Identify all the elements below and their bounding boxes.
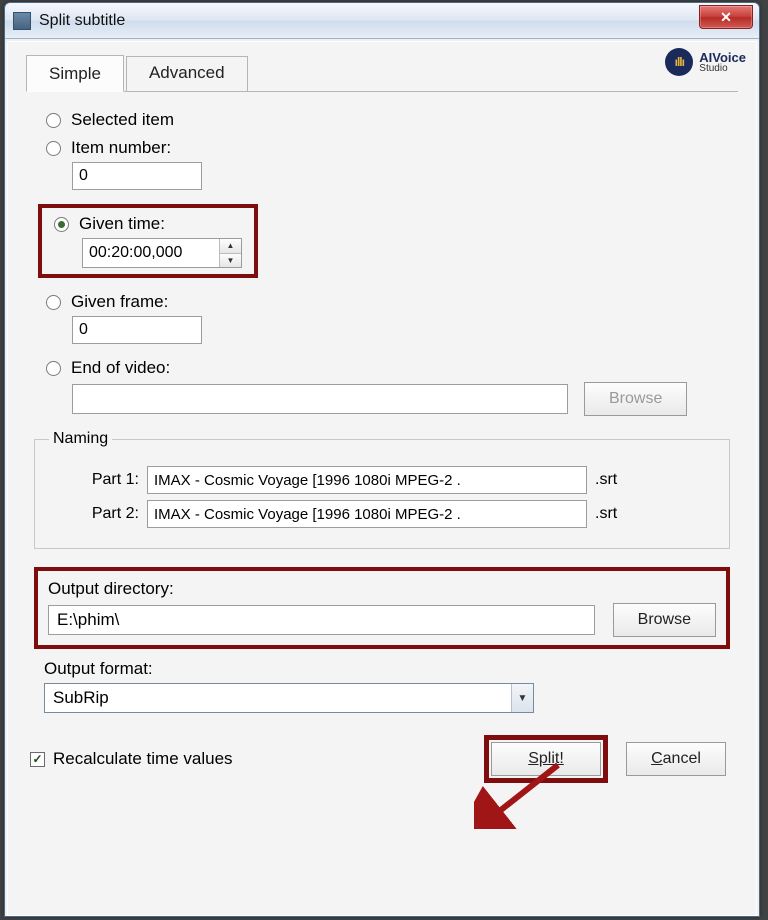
option-label: Item number: [71,138,171,158]
radio-icon [54,217,69,232]
tab-bar: Simple Advanced [26,56,738,92]
given-frame-input[interactable]: 0 [72,316,202,344]
recalc-checkbox[interactable]: ✓ Recalculate time values [30,749,233,769]
part1-filename[interactable]: IMAX - Cosmic Voyage [1996 1080i MPEG-2 … [147,466,587,494]
titlebar[interactable]: Split subtitle ✕ [5,3,759,39]
part1-label: Part 1: [49,471,139,489]
output-dir-label: Output directory: [48,579,716,599]
highlight-output-dir: Output directory: E:\phim\ Browse [34,567,730,649]
tab-simple[interactable]: Simple [26,55,124,92]
end-of-video-path[interactable] [72,384,568,414]
option-label: End of video: [71,358,170,378]
chevron-down-icon[interactable]: ▼ [220,254,241,268]
output-format-label: Output format: [44,659,738,679]
spinner-arrows[interactable]: ▲ ▼ [219,239,241,267]
cancel-button[interactable]: Cancel [626,742,726,776]
option-item-number[interactable]: Item number: [46,138,738,158]
dialog-window: Split subtitle ✕ ıllı AIVoice Studio Sim… [4,2,760,917]
radio-icon [46,141,61,156]
option-label: Given frame: [71,292,168,312]
output-dir-input[interactable]: E:\phim\ [48,605,595,635]
option-end-of-video[interactable]: End of video: [46,358,738,378]
dialog-body: ıllı AIVoice Studio Simple Advanced Sele… [7,41,757,916]
option-label: Selected item [71,110,174,130]
given-time-value[interactable]: 00:20:00,000 [83,239,219,267]
window-title: Split subtitle [39,12,125,30]
close-button[interactable]: ✕ [699,5,753,29]
part2-ext: .srt [595,505,617,523]
close-icon: ✕ [720,9,732,26]
output-format-select[interactable]: SubRip ▼ [44,683,534,713]
browse-output-button[interactable]: Browse [613,603,716,637]
browse-video-button[interactable]: Browse [584,382,687,416]
part2-label: Part 2: [49,505,139,523]
highlight-given-time: Given time: 00:20:00,000 ▲ ▼ [38,204,258,278]
option-given-time[interactable]: Given time: [54,214,248,234]
given-time-spinner[interactable]: 00:20:00,000 ▲ ▼ [82,238,242,268]
tab-advanced[interactable]: Advanced [126,56,248,91]
radio-icon [46,295,61,310]
checkbox-icon: ✓ [30,752,45,767]
part2-filename[interactable]: IMAX - Cosmic Voyage [1996 1080i MPEG-2 … [147,500,587,528]
app-icon [13,12,31,30]
output-format-value: SubRip [45,688,511,708]
chevron-up-icon[interactable]: ▲ [220,239,241,254]
radio-icon [46,113,61,128]
naming-legend: Naming [49,430,112,448]
radio-icon [46,361,61,376]
split-button[interactable]: Split! [491,742,601,776]
option-selected-item[interactable]: Selected item [46,110,738,130]
highlight-split-button: Split! [484,735,608,783]
recalc-label: Recalculate time values [53,749,233,769]
naming-group: Naming Part 1: IMAX - Cosmic Voyage [199… [34,430,730,549]
option-given-frame[interactable]: Given frame: [46,292,738,312]
chevron-down-icon[interactable]: ▼ [511,684,533,712]
item-number-input[interactable]: 0 [72,162,202,190]
option-label: Given time: [79,214,165,234]
part1-ext: .srt [595,471,617,489]
